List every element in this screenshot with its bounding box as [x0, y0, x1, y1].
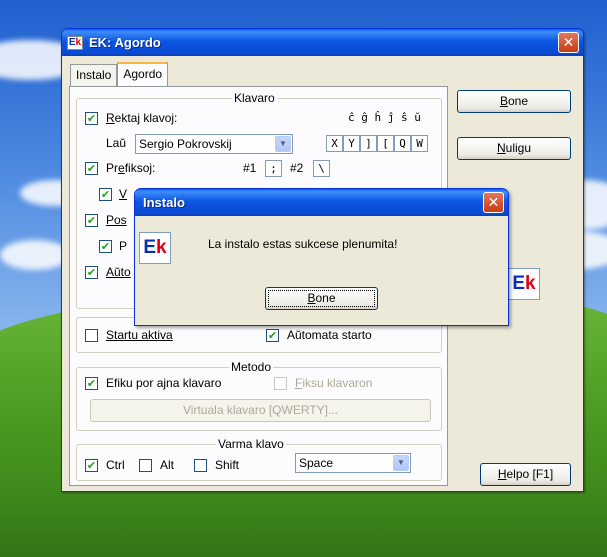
sub-option-checkbox[interactable]: ✔: [99, 188, 112, 201]
ok-button[interactable]: Bone: [457, 90, 571, 113]
key-box-g[interactable]: Y: [343, 135, 360, 152]
help-button[interactable]: Helpo [F1]: [480, 463, 571, 486]
ek-logo-icon: Ek: [67, 35, 83, 50]
fiksu-label: Fiksu klavaron: [295, 376, 373, 390]
chevron-down-icon[interactable]: ▼: [393, 455, 409, 471]
prefix1-input[interactable]: ;: [265, 160, 282, 177]
metodo-group: Metodo ✔ Efiku por ajna klavaro Fiksu kl…: [76, 360, 442, 431]
rektaj-label: Rektaj klavoj:: [106, 111, 178, 125]
prefix1-label: #1: [243, 161, 257, 175]
cloud: [0, 240, 70, 270]
postfikso-label: Pos: [106, 213, 127, 227]
title-bar[interactable]: Ek EK: Agordo ✕: [62, 29, 583, 56]
alt-checkbox[interactable]: [139, 459, 152, 472]
efiku-checkbox[interactable]: ✔: [85, 377, 98, 390]
ctrl-checkbox[interactable]: ✔: [85, 459, 98, 472]
special-letters: ĉ ĝ ĥ ĵ ŝ ŭ: [348, 111, 421, 124]
focus-rect: [268, 290, 375, 307]
shift-checkbox[interactable]: [194, 459, 207, 472]
tab-instalo[interactable]: Instalo: [70, 64, 118, 86]
efiku-label: Efiku por ajna klavaro: [106, 376, 222, 390]
startu-aktiva-checkbox[interactable]: [85, 329, 98, 342]
prefix2-input[interactable]: \: [313, 160, 330, 177]
dialog-message: La instalo estas sukcese plenumita!: [208, 237, 398, 251]
ctrl-label: Ctrl: [106, 458, 125, 472]
lau-label: Laŭ: [106, 136, 127, 150]
auto-start-checkbox[interactable]: ✔: [266, 329, 279, 342]
window-title: EK: Agordo: [89, 35, 161, 50]
shift-label: Shift: [215, 458, 240, 472]
sub-option-label: V: [119, 187, 128, 201]
group-title: Metodo: [229, 360, 274, 374]
virtual-keyboard-button[interactable]: Virtuala klavaro [QWERTY]...: [90, 399, 431, 422]
tab-agordo[interactable]: Agordo: [117, 62, 169, 87]
cancel-button[interactable]: Nuligu: [457, 137, 571, 160]
rektaj-checkbox[interactable]: ✔: [85, 112, 98, 125]
key-box-h[interactable]: ]: [360, 135, 377, 152]
dialog-ok-button[interactable]: Bone: [265, 287, 378, 310]
postfikso-checkbox[interactable]: ✔: [85, 214, 98, 227]
prefiksoj-checkbox[interactable]: ✔: [85, 162, 98, 175]
auto-checkbox[interactable]: ✔: [85, 266, 98, 279]
ek-logo-icon: Ek: [508, 268, 540, 300]
hotkey-select[interactable]: Space ▼: [295, 453, 411, 473]
key-box-u[interactable]: W: [411, 135, 428, 152]
hotkey-group: Varma klavo ✔ Ctrl Alt Shift Space ▼: [76, 437, 442, 481]
sub-option2-checkbox[interactable]: ✔: [99, 240, 112, 253]
dialog-close-button[interactable]: ✕: [483, 192, 504, 213]
layout-select[interactable]: Sergio Pokrovskij ▼: [135, 134, 293, 154]
tab-strip: Instalo Agordo: [70, 62, 169, 87]
key-box-s[interactable]: Q: [394, 135, 411, 152]
key-box-c[interactable]: X: [326, 135, 343, 152]
dialog-title[interactable]: Instalo: [135, 189, 508, 216]
prefix2-label: #2: [290, 161, 304, 175]
auto-label: Aŭto: [106, 265, 131, 279]
fiksu-checkbox[interactable]: [274, 377, 287, 390]
startu-aktiva-label: Startu aktiva: [106, 328, 173, 342]
close-button[interactable]: ✕: [558, 32, 579, 53]
chevron-down-icon[interactable]: ▼: [275, 136, 291, 152]
group-title: Varma klavo: [216, 437, 286, 451]
auto-start-label: Aŭtomata starto: [287, 328, 372, 342]
key-box-j[interactable]: [: [377, 135, 394, 152]
install-dialog: Instalo ✕ Ek La instalo estas sukcese pl…: [134, 188, 509, 326]
ek-logo-icon: Ek: [139, 232, 171, 264]
alt-label: Alt: [160, 458, 175, 472]
sub-option2-label: P: [119, 239, 128, 253]
group-title: Klavaro: [232, 91, 277, 105]
prefiksoj-label: Prefiksoj:: [106, 161, 156, 175]
